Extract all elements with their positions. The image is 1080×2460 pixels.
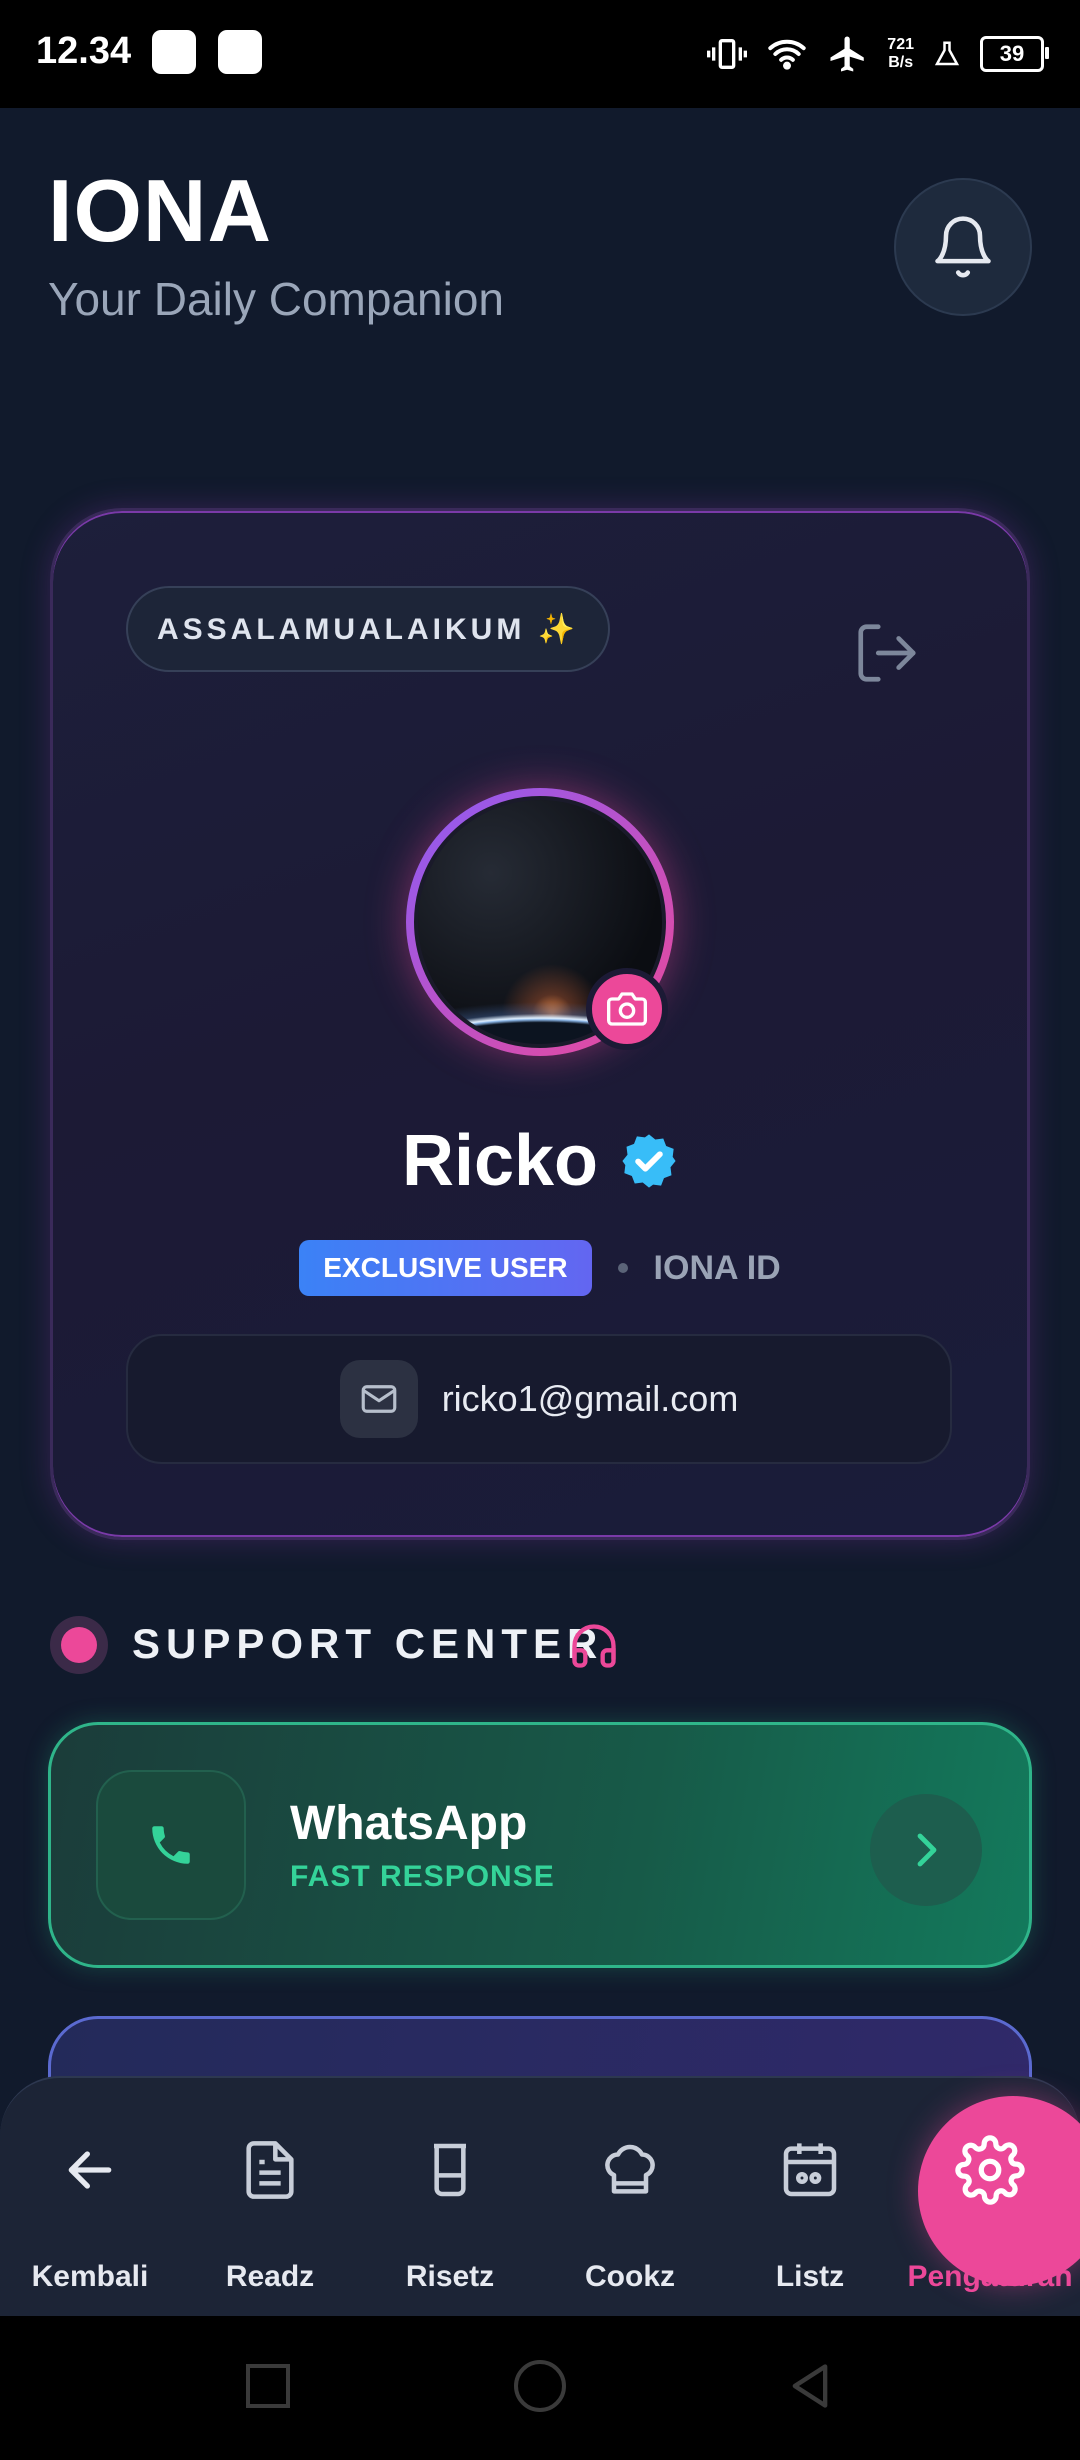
mail-icon [339, 1360, 418, 1438]
nav-item-cookz[interactable]: Cookz [540, 2110, 720, 2300]
nav-label: Pengaturan [907, 2260, 1073, 2293]
notification-icon [218, 30, 262, 74]
notification-button[interactable] [894, 178, 1032, 316]
vibrate-icon [707, 39, 748, 69]
user-tier-badge: EXCLUSIVE USER [299, 1240, 592, 1296]
nav-label: Readz [225, 2260, 315, 2293]
status-time: 12.34 [36, 30, 132, 72]
back-triangle-icon [792, 2364, 828, 2408]
profile-name: Ricko [401, 1121, 599, 1201]
email-field: ricko1@gmail.com [126, 1334, 952, 1464]
profile-name-row: Ricko [0, 1120, 1080, 1202]
home-button[interactable] [514, 2360, 566, 2412]
iona-id-label: IONA ID [653, 1248, 781, 1287]
app-title: IONA [48, 161, 272, 260]
nav-item-risetz[interactable]: Risetz [360, 2110, 540, 2300]
change-photo-button[interactable] [586, 968, 668, 1050]
nav-label: Cookz [585, 2260, 675, 2293]
logout-icon [858, 624, 916, 682]
wifi-icon [768, 39, 806, 70]
flask-icon [934, 41, 960, 66]
recents-button[interactable] [246, 2364, 290, 2408]
whatsapp-subtitle: FAST RESPONSE [290, 1860, 555, 1893]
nav-item-readz[interactable]: Readz [180, 2110, 360, 2300]
arrow-left-icon [50, 2130, 130, 2210]
phone-icon [96, 1770, 246, 1920]
greeting-pill: ASSALAMUALAIKUM ✨ [126, 586, 610, 672]
status-icons: 721 B/s 39 [707, 24, 1049, 84]
settings-icon [950, 2130, 1030, 2210]
network-speed: 721 B/s [887, 36, 914, 71]
battery-icon: 39 [980, 36, 1049, 72]
nav-label: Listz [775, 2260, 845, 2293]
whatsapp-open-button[interactable] [870, 1794, 982, 1906]
nav-item-kembali[interactable]: Kembali [0, 2110, 180, 2300]
chevron-right-icon [917, 1833, 937, 1867]
beaker-icon [410, 2130, 490, 2210]
logout-button[interactable] [852, 618, 922, 688]
email-value: ricko1@gmail.com [441, 1378, 739, 1419]
support-center-title: SUPPORT CENTER [132, 1620, 604, 1667]
verified-icon [622, 1134, 676, 1188]
section-dot-icon [50, 1616, 108, 1674]
camera-icon [607, 992, 647, 1026]
bell-icon [935, 216, 991, 278]
separator-dot [617, 1263, 628, 1273]
nav-item-listz[interactable]: Listz [720, 2110, 900, 2300]
whatsapp-title: WhatsApp [290, 1797, 528, 1850]
app-subtitle: Your Daily Companion [48, 273, 505, 325]
back-button[interactable] [784, 2360, 836, 2412]
document-icon [230, 2130, 310, 2210]
nav-label: Risetz [405, 2260, 495, 2293]
headset-icon [568, 1620, 620, 1672]
airplane-icon [830, 36, 865, 72]
list-icon [770, 2130, 850, 2210]
chef-hat-icon [590, 2130, 670, 2210]
nav-label: Kembali [31, 2260, 149, 2293]
nav-item-pengaturan[interactable]: Pengaturan [900, 2110, 1080, 2300]
notification-icon [152, 30, 196, 74]
profile-meta: EXCLUSIVE USER IONA ID [0, 1240, 1080, 1296]
